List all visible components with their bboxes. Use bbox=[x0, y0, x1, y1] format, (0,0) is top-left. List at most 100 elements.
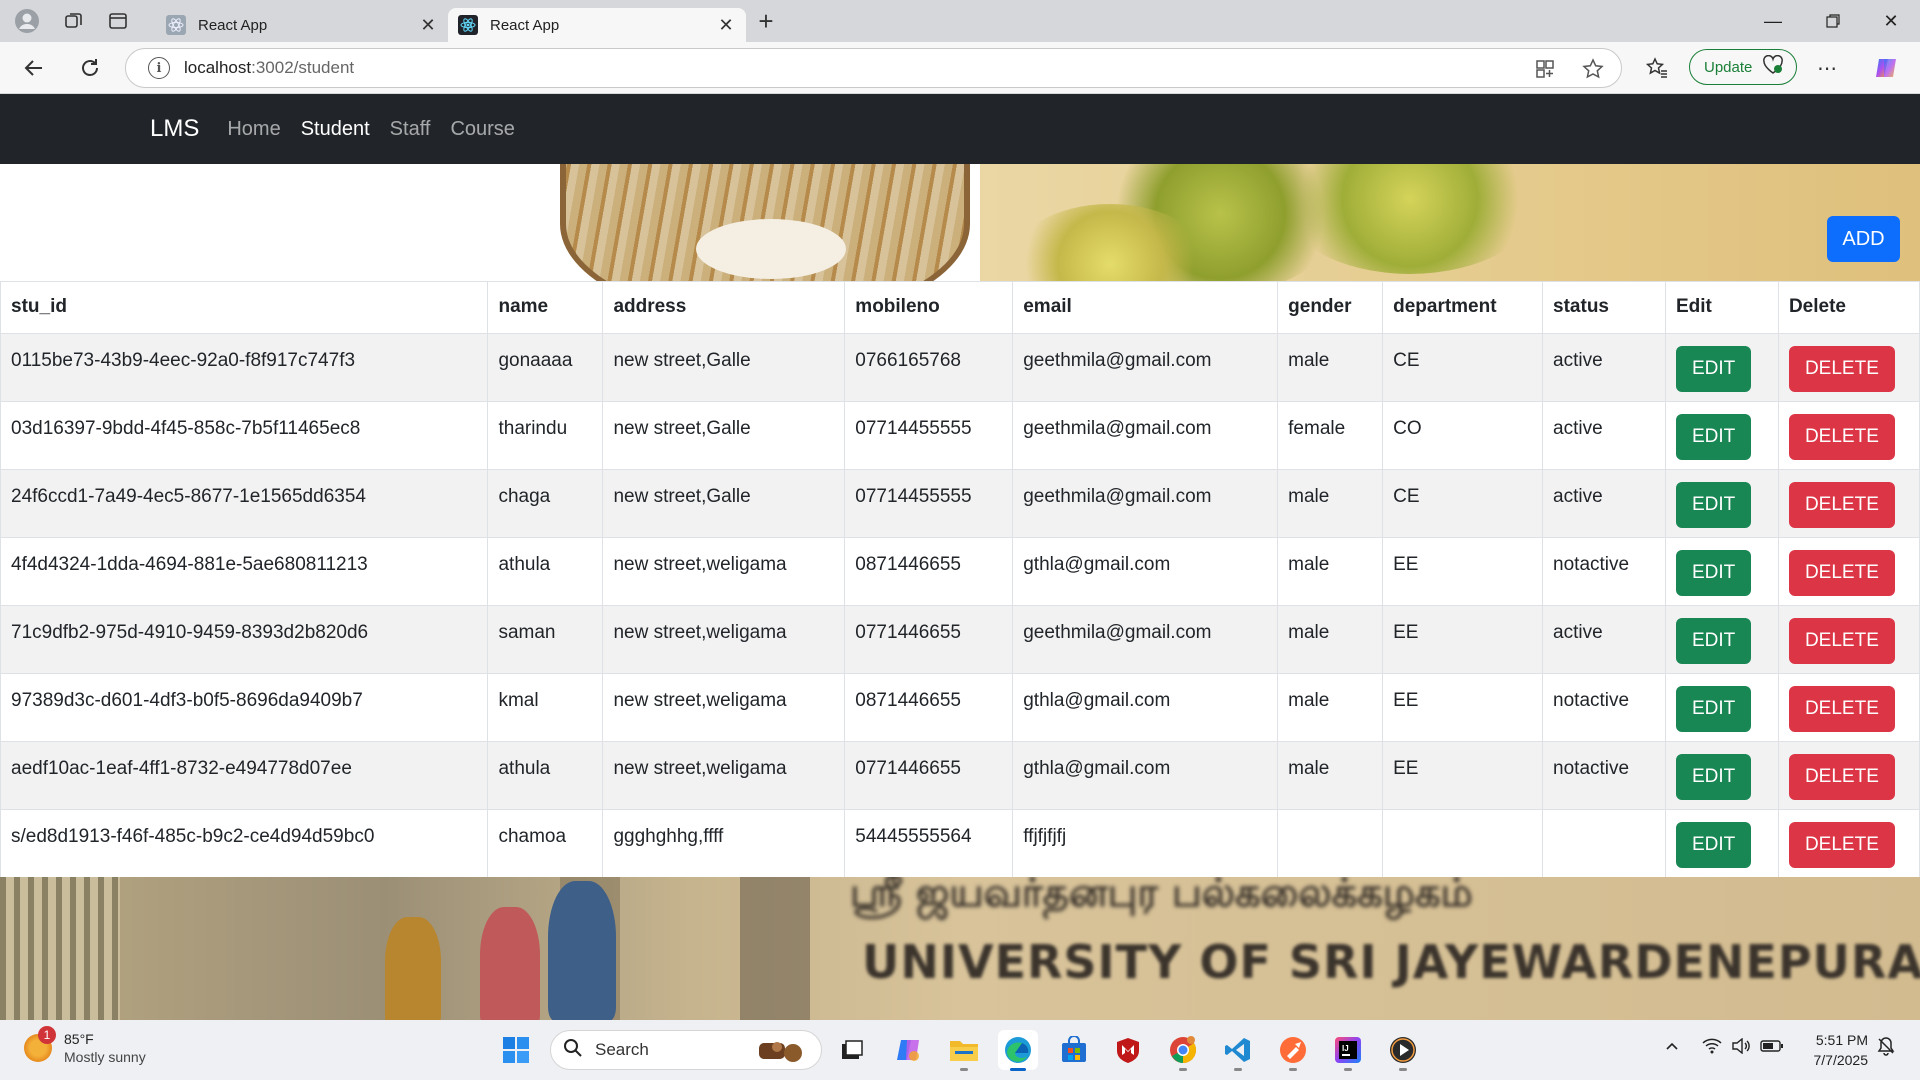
show-hidden-icons-icon[interactable] bbox=[1664, 1038, 1680, 1058]
media-player-icon[interactable] bbox=[1383, 1030, 1423, 1071]
cell-status bbox=[1542, 809, 1666, 878]
delete-button[interactable]: DELETE bbox=[1788, 686, 1895, 732]
app-available-icon[interactable] bbox=[1533, 57, 1557, 81]
update-button[interactable]: Update bbox=[1689, 49, 1797, 85]
chrome-icon[interactable] bbox=[1163, 1030, 1203, 1071]
task-view-icon[interactable] bbox=[832, 1030, 872, 1070]
cell-edit: EDIT bbox=[1664, 333, 1779, 402]
search-icon bbox=[563, 1038, 583, 1063]
cell-department: CE bbox=[1382, 333, 1544, 402]
edge-browser-icon[interactable] bbox=[998, 1030, 1038, 1071]
system-clock[interactable]: 5:51 PM 7/7/2025 bbox=[1794, 1030, 1869, 1070]
edit-button[interactable]: EDIT bbox=[1675, 482, 1752, 528]
column-header: status bbox=[1542, 281, 1666, 334]
notification-bell-icon[interactable] bbox=[1876, 1036, 1896, 1060]
workspaces-icon[interactable] bbox=[54, 0, 94, 42]
microsoft-store-icon[interactable] bbox=[1054, 1030, 1094, 1070]
profile-icon[interactable] bbox=[0, 0, 54, 42]
add-button[interactable]: ADD bbox=[1827, 216, 1900, 262]
favorite-star-icon[interactable] bbox=[1581, 57, 1605, 81]
site-info-icon[interactable]: i bbox=[148, 57, 170, 79]
battery-icon[interactable] bbox=[1760, 1038, 1784, 1058]
edit-button[interactable]: EDIT bbox=[1675, 686, 1752, 732]
minimize-icon[interactable]: — bbox=[1744, 0, 1802, 42]
new-tab-icon[interactable]: + bbox=[746, 0, 786, 42]
taskbar-search-input[interactable]: Search bbox=[550, 1030, 822, 1070]
close-tab-icon[interactable]: ✕ bbox=[716, 15, 736, 36]
weather-widget[interactable]: 1 85°F Mostly sunny bbox=[24, 1026, 146, 1066]
pillar bbox=[740, 877, 810, 1020]
cell-delete: DELETE bbox=[1777, 537, 1920, 606]
heart-pulse-icon bbox=[1762, 54, 1784, 79]
edit-button[interactable]: EDIT bbox=[1675, 822, 1752, 868]
weather-temp: 85°F bbox=[64, 1031, 94, 1047]
favorites-icon[interactable] bbox=[1642, 53, 1672, 83]
delete-button[interactable]: DELETE bbox=[1788, 618, 1895, 664]
cell-stu-id: 71c9dfb2-975d-4910-9459-8393d2b820d6 bbox=[0, 605, 489, 674]
cell-gender bbox=[1277, 809, 1384, 878]
start-windows-icon[interactable] bbox=[496, 1030, 536, 1070]
cell-mobileno: 0871446655 bbox=[844, 673, 1014, 742]
mcafee-icon[interactable] bbox=[1108, 1030, 1148, 1070]
cell-gender: male bbox=[1277, 333, 1384, 402]
url-bar[interactable]: i localhost:3002/student bbox=[125, 48, 1622, 88]
cell-mobileno: 0871446655 bbox=[844, 537, 1014, 606]
delete-button[interactable]: DELETE bbox=[1788, 822, 1895, 868]
intellij-icon[interactable]: IJ bbox=[1328, 1030, 1368, 1071]
cell-department: EE bbox=[1382, 673, 1544, 742]
close-tab-icon[interactable]: ✕ bbox=[418, 15, 438, 36]
cell-stu-id: 97389d3c-d601-4df3-b0f5-8696da9409b7 bbox=[0, 673, 489, 742]
cell-edit: EDIT bbox=[1664, 401, 1779, 470]
delete-button[interactable]: DELETE bbox=[1788, 754, 1895, 800]
running-indicator bbox=[1234, 1068, 1242, 1071]
sign-lettering-top: ஸ்ரீ ஜயவர்தனபுர பல்கலைக்கழகம் bbox=[850, 877, 1473, 916]
more-options-icon[interactable]: ⋯ bbox=[1812, 53, 1842, 83]
university-sign-text: UNIVERSITY OF SRI JAYEWARDENEPURA bbox=[862, 935, 1920, 989]
tab-react-app-1[interactable]: React App ✕ bbox=[156, 8, 448, 42]
copilot-icon[interactable] bbox=[1871, 53, 1901, 83]
delete-button[interactable]: DELETE bbox=[1788, 414, 1895, 460]
edit-button[interactable]: EDIT bbox=[1675, 550, 1752, 596]
edit-button[interactable]: EDIT bbox=[1675, 346, 1752, 392]
vscode-icon[interactable] bbox=[1218, 1030, 1258, 1071]
nav-staff[interactable]: Staff bbox=[390, 118, 431, 141]
delete-button[interactable]: DELETE bbox=[1788, 482, 1895, 528]
cell-email: geethmila@gmail.com bbox=[1012, 605, 1279, 674]
page-viewport: LMS Home Student Staff Course ADD stu_id… bbox=[0, 94, 1920, 1020]
volume-icon[interactable] bbox=[1731, 1037, 1751, 1058]
nav-home[interactable]: Home bbox=[227, 118, 280, 141]
cell-status: active bbox=[1542, 333, 1666, 402]
cell-mobileno: 0766165768 bbox=[844, 333, 1014, 402]
tab-react-app-2[interactable]: React App ✕ bbox=[448, 8, 746, 42]
delete-button[interactable]: DELETE bbox=[1788, 346, 1895, 392]
copilot-app-icon[interactable] bbox=[888, 1030, 928, 1070]
reload-icon[interactable] bbox=[66, 48, 114, 88]
cell-email: gthla@gmail.com bbox=[1012, 537, 1279, 606]
file-explorer-icon[interactable] bbox=[944, 1030, 984, 1071]
vertical-tabs-icon[interactable] bbox=[98, 0, 138, 42]
nav-course[interactable]: Course bbox=[450, 118, 514, 141]
brand-logo[interactable]: LMS bbox=[150, 115, 199, 143]
cell-department bbox=[1382, 809, 1544, 878]
person-figure bbox=[480, 907, 540, 1020]
running-indicator bbox=[1344, 1068, 1352, 1071]
running-indicator bbox=[1010, 1068, 1026, 1071]
restore-icon[interactable] bbox=[1804, 0, 1862, 42]
notification-badge: 1 bbox=[38, 1026, 56, 1044]
cell-status: notactive bbox=[1542, 673, 1666, 742]
close-window-icon[interactable]: ✕ bbox=[1862, 0, 1920, 42]
nav-student[interactable]: Student bbox=[301, 118, 370, 141]
delete-button[interactable]: DELETE bbox=[1788, 550, 1895, 596]
wifi-icon[interactable] bbox=[1702, 1038, 1722, 1058]
edit-button[interactable]: EDIT bbox=[1675, 754, 1752, 800]
cell-mobileno: 07714455555 bbox=[844, 469, 1014, 538]
address-toolbar: i localhost:3002/student Update ⋯ bbox=[0, 42, 1920, 94]
postman-icon[interactable] bbox=[1273, 1030, 1313, 1071]
edit-button[interactable]: EDIT bbox=[1675, 618, 1752, 664]
edit-button[interactable]: EDIT bbox=[1675, 414, 1752, 460]
back-icon[interactable] bbox=[10, 48, 58, 88]
cell-address: new street,Galle bbox=[602, 469, 846, 538]
react-favicon-icon bbox=[458, 15, 478, 35]
cell-gender: male bbox=[1277, 605, 1384, 674]
cell-mobileno: 0771446655 bbox=[844, 605, 1014, 674]
